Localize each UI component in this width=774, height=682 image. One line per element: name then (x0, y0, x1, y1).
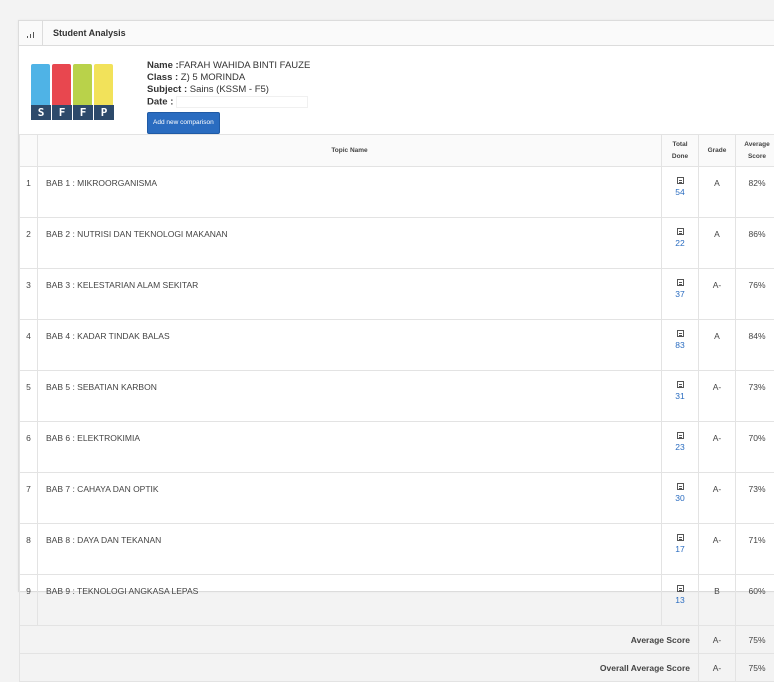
grade: A (699, 320, 736, 371)
list-icon[interactable] (677, 432, 684, 439)
overall-grade: A- (699, 654, 736, 682)
table-row: 9 BAB 9 : TEKNOLOGI ANGKASA LEPAS 13 B 6… (20, 575, 774, 626)
average-score-row: Average Score A- 75% (20, 626, 774, 654)
subject-label: Subject : (147, 84, 187, 95)
table-row: 8 BAB 8 : DAYA DAN TEKANAN 17 A- 71% (20, 524, 774, 575)
topic-name: BAB 8 : DAYA DAN TEKANAN (38, 524, 662, 575)
grade: B (699, 575, 736, 626)
table-row: 3 BAB 3 : KELESTARIAN ALAM SEKITAR 37 A-… (20, 269, 774, 320)
total-done-link[interactable]: 83 (662, 340, 698, 350)
topic-name: BAB 7 : CAHAYA DAN OPTIK (38, 473, 662, 524)
add-comparison-button[interactable]: Add new comparison (147, 112, 220, 134)
student-name: FARAH WAHIDA BINTI FAUZE (179, 60, 311, 71)
total-done-link[interactable]: 30 (662, 493, 698, 503)
topic-name: BAB 2 : NUTRISI DAN TEKNOLOGI MAKANAN (38, 218, 662, 269)
panel-title: Student Analysis (53, 28, 126, 38)
list-icon[interactable] (677, 585, 684, 592)
total-done-link[interactable]: 22 (662, 238, 698, 248)
topic-name: BAB 4 : KADAR TINDAK BALAS (38, 320, 662, 371)
average-grade: A- (699, 626, 736, 654)
topic-name: BAB 1 : MIKROORGANISMA (38, 167, 662, 218)
total-done-link[interactable]: 37 (662, 289, 698, 299)
overall-average-label: Overall Average Score (20, 654, 699, 682)
panel-header: Student Analysis (19, 21, 774, 46)
table-row: 1 BAB 1 : MIKROORGANISMA 54 A 82% (20, 167, 774, 218)
date-label: Date : (147, 97, 173, 108)
topic-name: BAB 5 : SEBATIAN KARBON (38, 371, 662, 422)
table-row: 6 BAB 6 : ELEKTROKIMIA 23 A- 70% (20, 422, 774, 473)
table-row: 4 BAB 4 : KADAR TINDAK BALAS 83 A 84% (20, 320, 774, 371)
header-total: TotalDone (662, 135, 699, 167)
list-icon[interactable] (677, 330, 684, 337)
list-icon[interactable] (677, 279, 684, 286)
student-class: Z) 5 MORINDA (181, 72, 245, 83)
grade: A- (699, 371, 736, 422)
average-score: 60% (736, 575, 774, 626)
average-score: 76% (736, 269, 774, 320)
total-done-link[interactable]: 17 (662, 544, 698, 554)
overall-average-row: Overall Average Score A- 75% (20, 654, 774, 682)
grade: A (699, 218, 736, 269)
bar-chart-icon (19, 21, 43, 45)
average-score: 73% (736, 473, 774, 524)
student-subject: Sains (KSSM - F5) (190, 84, 269, 95)
average-score-label: Average Score (20, 626, 699, 654)
table-row: 5 BAB 5 : SEBATIAN KARBON 31 A- 73% (20, 371, 774, 422)
student-details: Name :FARAH WAHIDA BINTI FAUZE Class : Z… (147, 60, 310, 134)
name-label: Name : (147, 60, 179, 71)
sffp-logo: S F F P (31, 64, 114, 120)
average-score: 84% (736, 320, 774, 371)
table-row: 2 BAB 2 : NUTRISI DAN TEKNOLOGI MAKANAN … (20, 218, 774, 269)
total-done-link[interactable]: 31 (662, 391, 698, 401)
average-score: 82% (736, 167, 774, 218)
topic-name: BAB 9 : TEKNOLOGI ANGKASA LEPAS (38, 575, 662, 626)
list-icon[interactable] (677, 381, 684, 388)
total-done-link[interactable]: 54 (662, 187, 698, 197)
total-done-link[interactable]: 13 (662, 595, 698, 605)
grade: A- (699, 269, 736, 320)
grade: A (699, 167, 736, 218)
class-label: Class : (147, 72, 178, 83)
list-icon[interactable] (677, 177, 684, 184)
topic-name: BAB 3 : KELESTARIAN ALAM SEKITAR (38, 269, 662, 320)
topic-name: BAB 6 : ELEKTROKIMIA (38, 422, 662, 473)
header-grade: Grade (699, 135, 736, 167)
header-average: AverageScore (736, 135, 774, 167)
grade: A- (699, 422, 736, 473)
date-field[interactable] (176, 96, 308, 108)
average-score-value: 75% (736, 626, 774, 654)
list-icon[interactable] (677, 228, 684, 235)
total-done-link[interactable]: 23 (662, 442, 698, 452)
overall-score-value: 75% (736, 654, 774, 682)
grade: A- (699, 473, 736, 524)
average-score: 73% (736, 371, 774, 422)
student-info: S F F P Name :FARAH WAHIDA BINTI FAUZE C… (19, 46, 774, 134)
topic-table: Topic Name TotalDone Grade AverageScore … (19, 134, 774, 682)
student-analysis-panel: Student Analysis S F F P Name :FARAH WAH… (18, 20, 774, 592)
average-score: 71% (736, 524, 774, 575)
grade: A- (699, 524, 736, 575)
average-score: 86% (736, 218, 774, 269)
list-icon[interactable] (677, 483, 684, 490)
header-topic: Topic Name (38, 135, 662, 167)
average-score: 70% (736, 422, 774, 473)
table-row: 7 BAB 7 : CAHAYA DAN OPTIK 30 A- 73% (20, 473, 774, 524)
list-icon[interactable] (677, 534, 684, 541)
